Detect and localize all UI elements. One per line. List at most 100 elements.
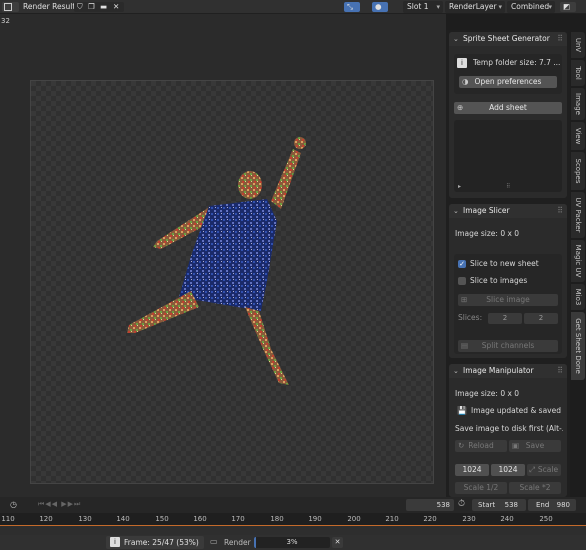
timeline-ruler[interactable]: 110 120 130 140 150 160 170 180 190 200 … (0, 513, 586, 525)
sidebar-panels: ⌄ Sprite Sheet Generator ⠿ i Temp folder… (446, 30, 570, 497)
info-icon: i (457, 58, 467, 68)
image-slicer-header[interactable]: ⌄ Image Slicer ⠿ (449, 204, 567, 218)
end-value: 980 (556, 501, 570, 509)
chevron-down-icon: ⌄ (453, 207, 459, 215)
temp-folder-box: i Temp folder size: 7.7 ... ◑ Open prefe… (454, 54, 562, 94)
chevron-down-icon: ▾ (436, 3, 440, 11)
scale-double-button[interactable]: Scale *2 (509, 482, 561, 494)
tab-label: UnV (574, 37, 582, 53)
split-channels-label: Split channels (481, 341, 535, 350)
preferences-icon: ◑ (462, 77, 469, 86)
cancel-render-icon[interactable]: ✕ (332, 537, 343, 548)
folder-icon[interactable]: ▬ (100, 2, 107, 12)
tab-image[interactable]: Image (571, 88, 585, 120)
tab-tool[interactable]: Tool (571, 60, 585, 86)
image-actions: ⛉ ❐ ▬ ✕ (74, 2, 124, 12)
close-icon[interactable]: ✕ (113, 2, 119, 12)
split-channels-button[interactable]: ▤ Split channels (458, 340, 558, 352)
tab-unv[interactable]: UnV (571, 32, 585, 58)
slices-y-field[interactable]: 2 (524, 313, 558, 324)
tick-label: 190 (308, 515, 322, 523)
start-value: 538 (504, 501, 518, 509)
open-preferences-label: Open preferences (474, 77, 542, 86)
tab-label: Get Sheet Done (574, 318, 582, 374)
layer-select[interactable]: RenderLayer ▾ (445, 1, 505, 13)
render-progress-bar: 3% (254, 537, 330, 548)
timeline-track[interactable] (0, 525, 586, 535)
pass-select[interactable]: Combined ▾ (507, 1, 555, 13)
overlay-button[interactable]: ● (372, 2, 388, 12)
expand-icon[interactable]: ▸ (458, 183, 461, 190)
chevron-down-icon: ⌄ (453, 367, 459, 375)
add-sheet-button[interactable]: ⊕ Add sheet (454, 102, 562, 114)
slicer-image-size: Image size: 0 x 0 (455, 229, 520, 238)
reload-button[interactable]: ↻ Reload (455, 440, 507, 452)
chevron-down-icon: ▾ (548, 3, 552, 11)
image-editor-header: Render Result ⛉ ❐ ▬ ✕ ⤡ ● Slot 1 ▾ Render… (0, 0, 586, 14)
slice-images-checkbox[interactable] (458, 277, 466, 285)
width-field[interactable]: 1024 (455, 464, 489, 476)
image-manipulator-header[interactable]: ⌄ Image Manipulator ⠿ (449, 364, 567, 378)
tick-label: 160 (193, 515, 207, 523)
display-channels-button[interactable]: ◩ (560, 2, 576, 12)
render-progress-text: 3% (286, 538, 298, 546)
slice-new-sheet-checkbox[interactable]: ✓ (458, 260, 466, 268)
tab-get-sheet-done[interactable]: Get Sheet Done (571, 312, 585, 380)
slice-new-sheet-label: Slice to new sheet (470, 259, 539, 268)
tab-uv-packer[interactable]: UV Packer (571, 192, 585, 238)
sprite-sheet-generator-header[interactable]: ⌄ Sprite Sheet Generator ⠿ (449, 32, 567, 46)
tab-mio3[interactable]: Mio3 (571, 284, 585, 310)
tab-magic-uv[interactable]: Magic UV (571, 240, 585, 282)
render-image[interactable] (30, 80, 434, 484)
slot-select[interactable]: Slot 1 ▾ (403, 1, 443, 13)
slot-value: Slot 1 (407, 2, 429, 11)
panel-title: Image Slicer (463, 206, 510, 215)
tab-scopes[interactable]: Scopes (571, 152, 585, 190)
end-frame-field[interactable]: End 980 (528, 499, 576, 511)
duplicate-icon[interactable]: ❐ (88, 2, 95, 12)
editor-type-button[interactable] (2, 2, 19, 12)
current-frame-field[interactable]: 538 (406, 499, 454, 511)
save-button[interactable]: ▣ Save (509, 440, 561, 452)
sample-tool-button[interactable]: ⤡ (344, 2, 360, 12)
sprite-sheet-generator-panel: ⌄ Sprite Sheet Generator ⠿ i Temp folder… (449, 32, 567, 198)
chevron-down-icon: ▾ (498, 3, 502, 11)
tick-label: 140 (116, 515, 130, 523)
sheet-list[interactable]: ▸ ⠿ (454, 120, 562, 192)
updated-label: Image updated & saved (471, 406, 561, 415)
tab-label: Image (574, 93, 582, 115)
slice-image-button[interactable]: ⊞ Slice image (458, 294, 558, 306)
slice-image-label: Slice image (486, 295, 530, 304)
shield-icon[interactable]: ⛉ (77, 2, 83, 12)
grip-icon[interactable]: ⠿ (557, 32, 563, 46)
pass-value: Combined (511, 2, 550, 11)
grip-icon[interactable]: ⠿ (557, 364, 563, 378)
layer-value: RenderLayer (449, 2, 497, 11)
render-label: Render (224, 538, 251, 547)
slice-icon: ⊞ (461, 295, 468, 304)
open-preferences-button[interactable]: ◑ Open preferences (459, 76, 557, 88)
tab-view[interactable]: View (571, 122, 585, 150)
stopwatch-icon[interactable]: ⏱ (458, 499, 465, 509)
height-field[interactable]: 1024 (491, 464, 525, 476)
grip-icon[interactable]: ⠿ (557, 204, 563, 218)
clock-icon[interactable]: ◷ (10, 500, 17, 509)
channels-icon: ▤ (461, 341, 469, 350)
tick-label: 130 (78, 515, 92, 523)
scale-half-button[interactable]: Scale 1/2 (455, 482, 507, 494)
resize-grip-icon[interactable]: ⠿ (506, 183, 510, 190)
slices-x-field[interactable]: 2 (488, 313, 522, 324)
image-viewport[interactable] (0, 30, 446, 497)
start-frame-field[interactable]: Start 538 (472, 499, 526, 511)
status-bar: i Frame: 25/47 (53%) ▭ Render 3% ✕ (0, 535, 586, 550)
viewport-subheader: 32 (0, 14, 446, 30)
scale-button[interactable]: ⤢ Scale (527, 464, 561, 476)
save-icon: ▣ (512, 441, 520, 450)
cursor-icon: ⤡ (347, 2, 353, 11)
overlay-icon: ● (375, 2, 382, 11)
chevron-down-icon: ⌄ (453, 35, 459, 43)
tick-label: 170 (231, 515, 245, 523)
save-label: Save (525, 441, 545, 450)
manipulator-image-size: Image size: 0 x 0 (455, 389, 520, 398)
playback-controls[interactable]: ⏮◀◀ ▶▶⏭ (38, 500, 81, 509)
